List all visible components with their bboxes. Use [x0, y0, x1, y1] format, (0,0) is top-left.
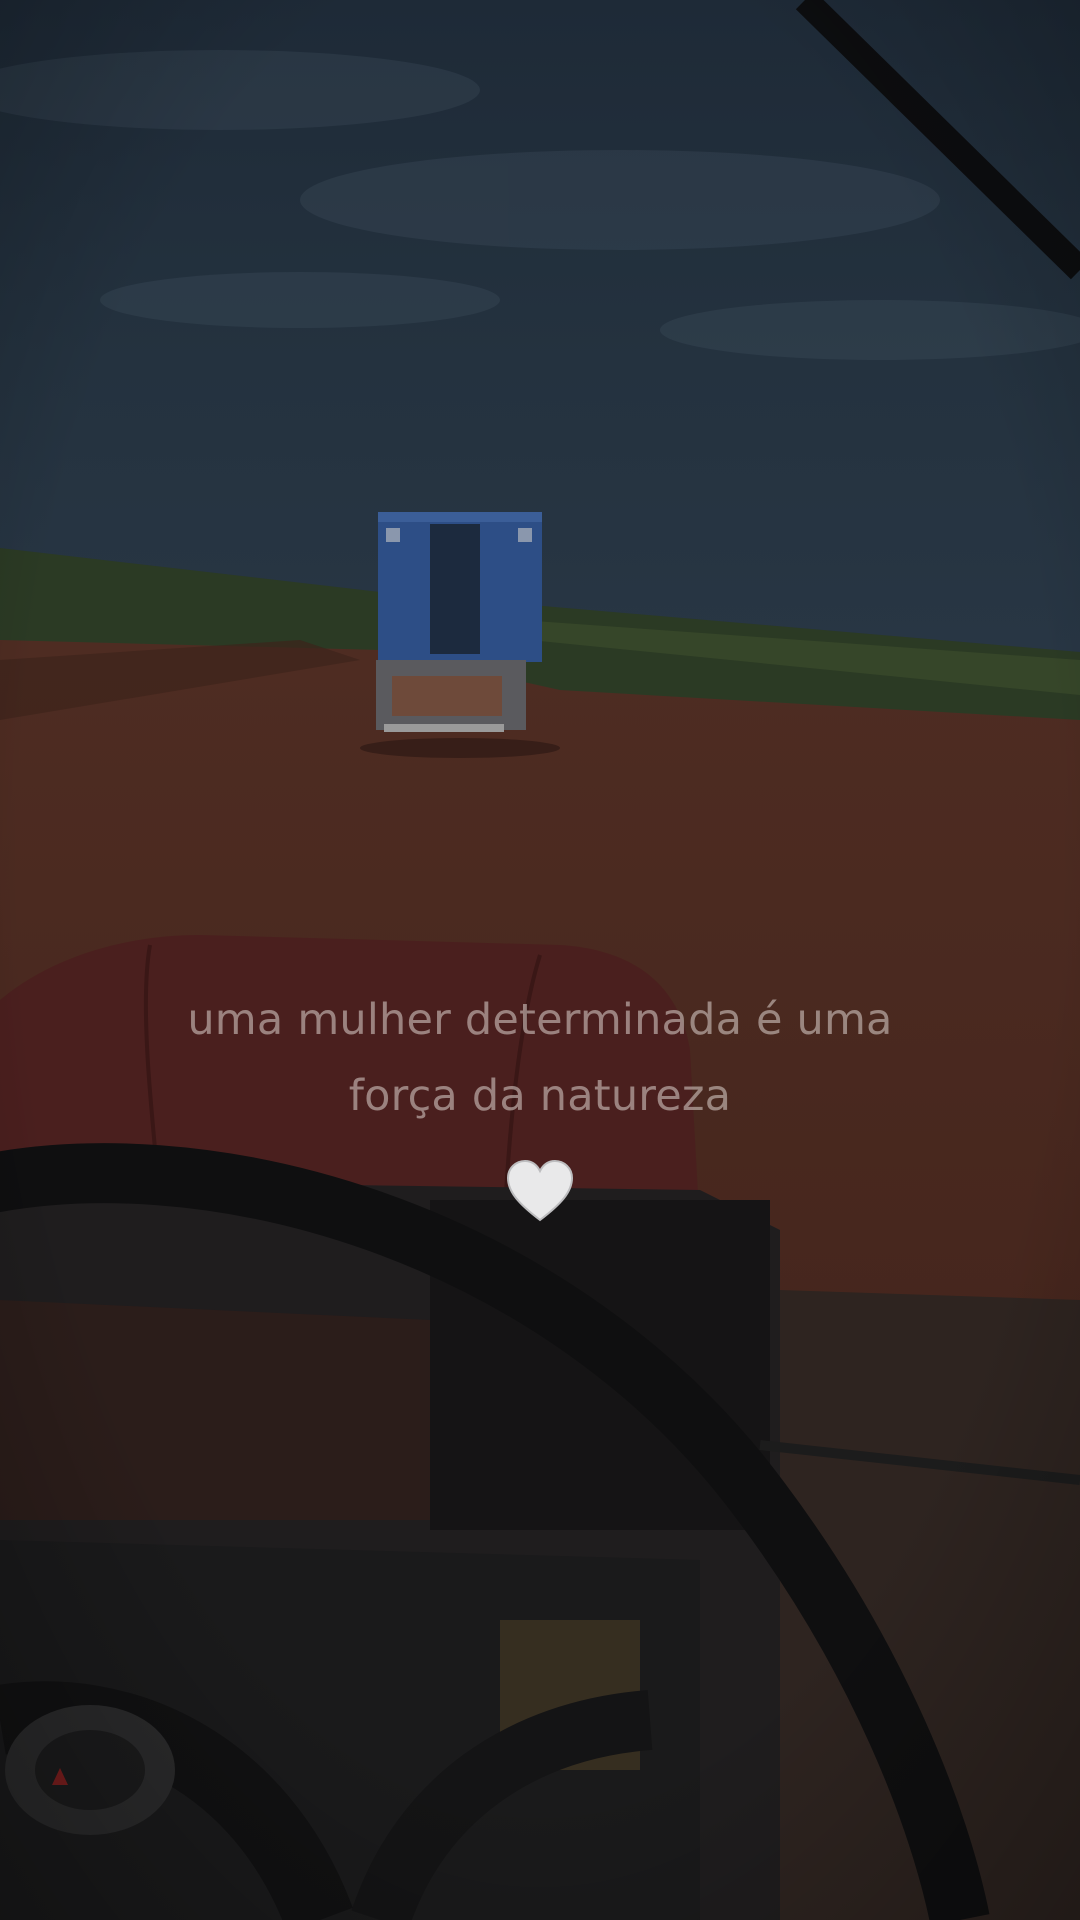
white-heart-icon — [506, 1159, 574, 1222]
caption-line-2: força da natureza — [348, 1071, 732, 1121]
caption-line-1: uma mulher determinada é uma — [187, 995, 893, 1045]
background-photo — [0, 0, 1080, 1920]
story-caption: uma mulher determinada é uma força da na… — [90, 982, 990, 1134]
story-frame: uma mulher determinada é uma força da na… — [0, 0, 1080, 1920]
